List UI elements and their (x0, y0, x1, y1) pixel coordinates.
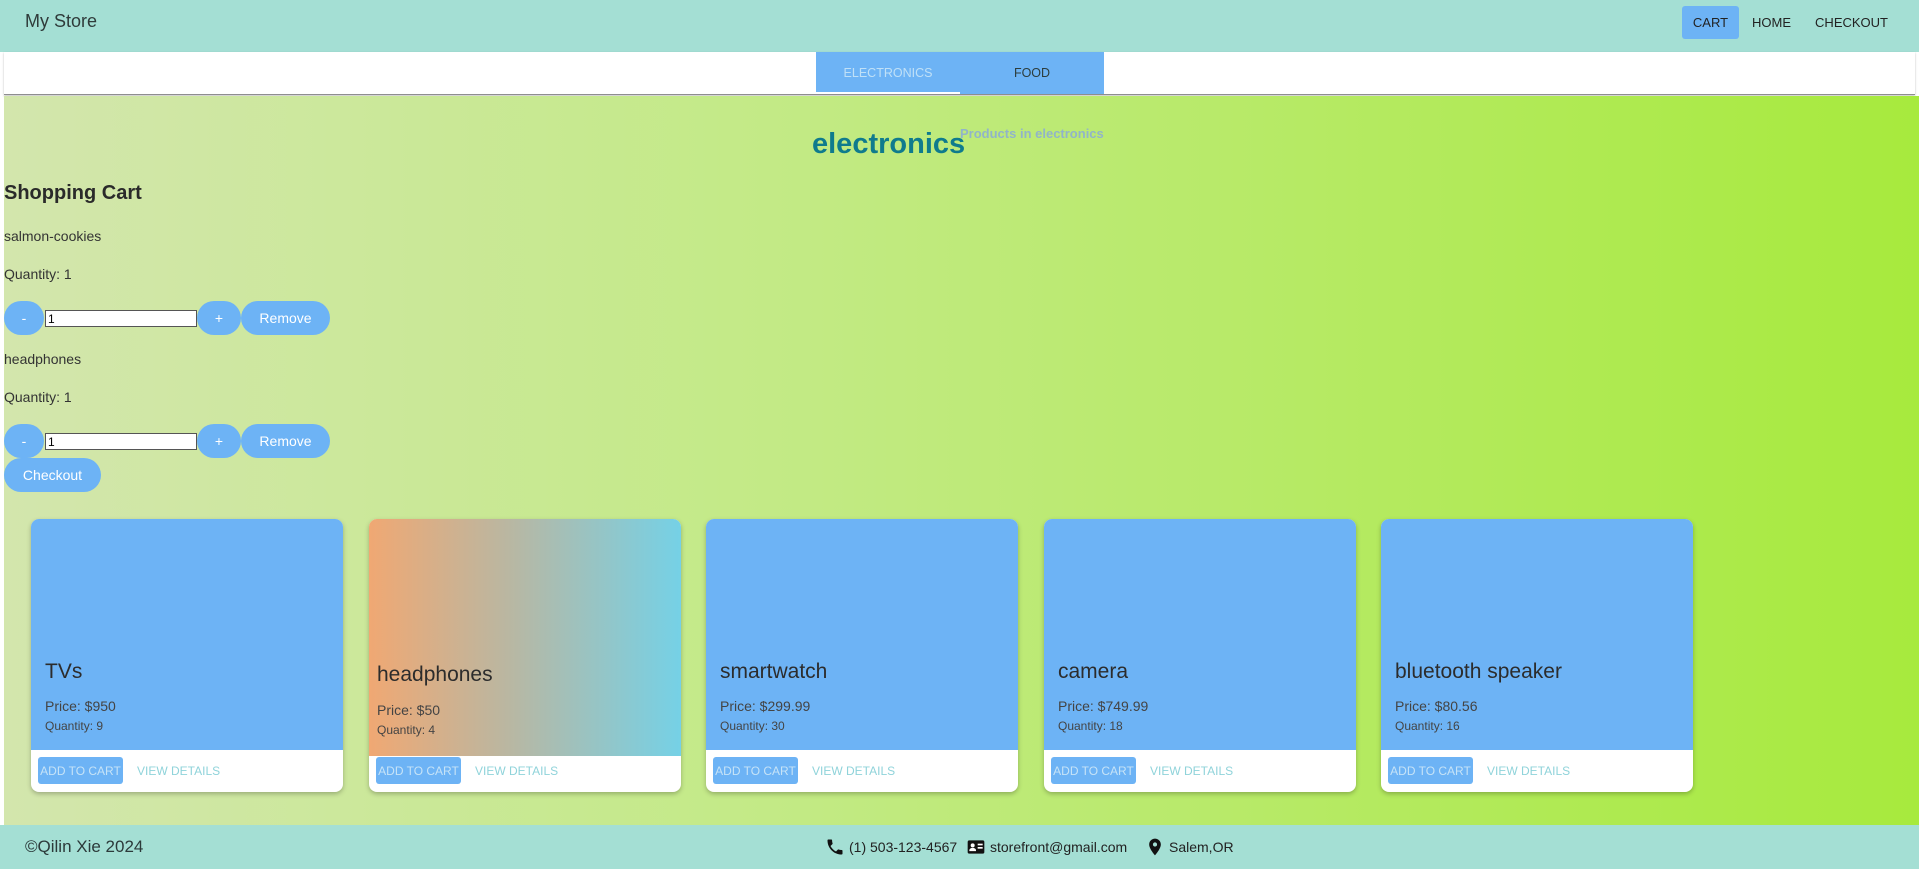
product-name: bluetooth speaker (1395, 660, 1562, 683)
add-to-cart-button[interactable]: ADD TO CART (1051, 757, 1136, 784)
add-to-cart-button[interactable]: ADD TO CART (38, 757, 123, 784)
nav-home-button[interactable]: HOME (1741, 6, 1802, 39)
location-text: Salem,OR (1169, 839, 1234, 855)
cart-item-quantity: Quantity: 1 (4, 389, 72, 405)
product-price: Price: $299.99 (720, 698, 811, 714)
view-details-button[interactable]: VIEW DETAILS (131, 757, 226, 784)
tab-food[interactable]: FOOD (960, 52, 1104, 94)
product-image (1381, 519, 1693, 750)
checkout-button[interactable]: Checkout (4, 458, 101, 492)
remove-item-button[interactable]: Remove (241, 424, 330, 458)
top-nav: CART HOME CHECKOUT (1681, 6, 1899, 39)
product-quantity: Quantity: 4 (377, 723, 436, 737)
copyright-text: ©Qilin Xie 2024 (25, 837, 144, 856)
product-name: TVs (45, 660, 83, 683)
product-card: smartwatch Price: $299.99 Quantity: 30 A… (706, 519, 1018, 792)
add-to-cart-button[interactable]: ADD TO CART (1388, 757, 1473, 784)
app-bar: My Store CART HOME CHECKOUT (0, 0, 1919, 52)
cart-item-name: salmon-cookies (4, 228, 102, 244)
view-details-button[interactable]: VIEW DETAILS (1144, 757, 1239, 784)
increase-quantity-button[interactable]: + (197, 424, 241, 458)
view-details-button[interactable]: VIEW DETAILS (469, 757, 564, 784)
product-price: Price: $749.99 (1058, 698, 1149, 714)
footer-location: Salem,OR (1145, 837, 1234, 857)
product-price: Price: $80.56 (1395, 698, 1478, 714)
footer: ©Qilin Xie 2024 (1) 503-123-4567 storefr… (0, 825, 1919, 869)
quantity-input[interactable] (45, 433, 197, 450)
nav-cart-button[interactable]: CART (1681, 6, 1740, 39)
product-card: camera Price: $749.99 Quantity: 18 ADD T… (1044, 519, 1356, 792)
view-details-button[interactable]: VIEW DETAILS (1481, 757, 1576, 784)
product-image (1044, 519, 1356, 750)
store-brand[interactable]: My Store (25, 11, 97, 32)
cart-heading: Shopping Cart (4, 182, 142, 204)
contact-card-icon (967, 840, 985, 854)
product-name: camera (1058, 660, 1129, 683)
view-details-button[interactable]: VIEW DETAILS (806, 757, 901, 784)
product-image (369, 519, 681, 756)
product-image (31, 519, 343, 750)
cart-item-name: headphones (4, 351, 82, 367)
product-quantity: Quantity: 9 (45, 719, 104, 733)
quantity-input[interactable] (45, 310, 197, 327)
product-price: Price: $50 (377, 702, 441, 718)
category-title: electronics (812, 128, 966, 160)
phone-number: (1) 503-123-4567 (849, 839, 958, 855)
category-subtitle: Products in electronics (960, 126, 1104, 141)
decrease-quantity-button[interactable]: - (4, 301, 44, 335)
increase-quantity-button[interactable]: + (197, 301, 241, 335)
footer-phone: (1) 503-123-4567 (825, 837, 957, 857)
add-to-cart-button[interactable]: ADD TO CART (376, 757, 461, 784)
decrease-quantity-button[interactable]: - (4, 424, 44, 458)
category-tabs: ELECTRONICS FOOD (4, 52, 1915, 95)
footer-email: storefront@gmail.com (966, 837, 1127, 857)
product-card: headphones Price: $50 Quantity: 4 ADD TO… (369, 519, 681, 792)
add-to-cart-button[interactable]: ADD TO CART (713, 757, 798, 784)
location-pin-icon (1149, 838, 1161, 856)
product-name: headphones (377, 663, 493, 686)
product-quantity: Quantity: 30 (720, 719, 785, 733)
product-image (706, 519, 1018, 750)
product-name: smartwatch (720, 660, 828, 683)
remove-item-button[interactable]: Remove (241, 301, 330, 335)
phone-icon (827, 839, 843, 855)
product-price: Price: $950 (45, 698, 116, 714)
tab-electronics[interactable]: ELECTRONICS (816, 52, 960, 94)
email-address: storefront@gmail.com (990, 839, 1128, 855)
product-quantity: Quantity: 16 (1395, 719, 1460, 733)
nav-checkout-button[interactable]: CHECKOUT (1804, 6, 1899, 39)
product-quantity: Quantity: 18 (1058, 719, 1123, 733)
product-card: bluetooth speaker Price: $80.56 Quantity… (1381, 519, 1693, 792)
cart-item-quantity: Quantity: 1 (4, 266, 72, 282)
product-card: TVs Price: $950 Quantity: 9 ADD TO CART … (31, 519, 343, 792)
